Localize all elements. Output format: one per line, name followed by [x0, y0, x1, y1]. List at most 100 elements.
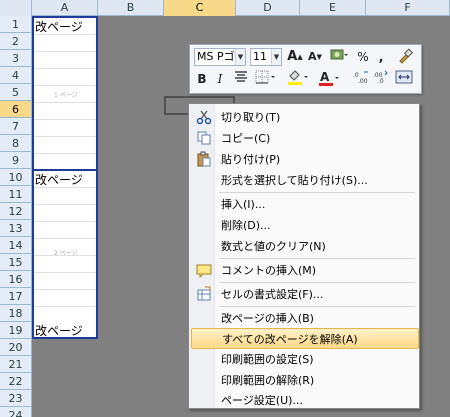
menu-separator	[219, 192, 415, 193]
row-header[interactable]: 7	[0, 118, 32, 135]
gridline	[34, 204, 96, 205]
merge-center-button[interactable]	[394, 70, 414, 88]
menu-item-copy[interactable]: コピー(C)	[191, 128, 419, 149]
row-header[interactable]: 11	[0, 186, 32, 203]
menu-item-label: 形式を選択して貼り付け(S)...	[221, 174, 368, 187]
column-header-a[interactable]: A	[32, 0, 98, 16]
currency-button[interactable]	[328, 48, 350, 66]
context-menu: 切り取り(T) コピー(C) 貼り付け(P) 形式を選択して貼り付け(S)...…	[188, 103, 420, 409]
font-size-combo[interactable]: 11 ▼	[250, 48, 282, 66]
menu-item-clear-contents[interactable]: 数式と値のクリア(N)	[191, 236, 419, 257]
percent-button[interactable]: %	[356, 48, 370, 66]
menu-item-insert[interactable]: 挿入(I)...	[191, 194, 419, 215]
row-header[interactable]: 2	[0, 33, 32, 50]
page-watermark: 1 ページ	[54, 92, 78, 99]
menu-item-paste[interactable]: 貼り付け(P)	[191, 149, 419, 170]
menu-item-insert-comment[interactable]: コメントの挿入(M)	[191, 260, 419, 281]
row-header[interactable]: 4	[0, 67, 32, 84]
menu-item-label: ページ設定(U)...	[221, 394, 303, 407]
decrease-decimal-button[interactable]: .0.00	[352, 70, 370, 88]
menu-item-page-setup[interactable]: ページ設定(U)...	[191, 390, 419, 411]
gridline	[34, 306, 96, 307]
row-header[interactable]: 12	[0, 203, 32, 220]
print-page-area[interactable]: 改ページ 1 ページ 改ページ 2 ページ 改ページ	[32, 16, 98, 339]
paste-icon	[195, 151, 213, 168]
font-color-button[interactable]: A	[318, 70, 344, 88]
mini-toolbar-row-1: MS Pゴ ▼ 11 ▼ A▲ A▼ % ,	[194, 48, 420, 68]
page-watermark: 2 ページ	[54, 250, 78, 257]
row-header[interactable]: 8	[0, 135, 32, 152]
gridline	[34, 153, 96, 154]
row-header[interactable]: 19	[0, 322, 32, 339]
page-break-label: 改ページ	[35, 324, 83, 338]
chevron-down-icon[interactable]: ▼	[235, 49, 245, 65]
menu-separator	[219, 258, 415, 259]
row-header[interactable]: 23	[0, 390, 32, 407]
row-header[interactable]: 5	[0, 84, 32, 101]
row-header[interactable]: 10	[0, 169, 32, 186]
borders-icon	[255, 70, 275, 84]
row-header[interactable]: 16	[0, 271, 32, 288]
gridline	[34, 272, 96, 273]
gridline	[34, 238, 96, 239]
row-header[interactable]: 14	[0, 237, 32, 254]
row-header[interactable]: 17	[0, 288, 32, 305]
bold-button[interactable]: B	[194, 70, 210, 88]
font-color-swatch	[319, 83, 333, 86]
menu-item-clear-print-area[interactable]: 印刷範囲の解除(R)	[191, 370, 419, 391]
menu-item-reset-all-page-breaks[interactable]: すべての改ページを解除(A)	[191, 328, 419, 349]
row-header[interactable]: 21	[0, 356, 32, 373]
column-header-f[interactable]: F	[366, 0, 450, 16]
borders-button[interactable]	[254, 70, 280, 88]
increase-decimal-button[interactable]: .00.0	[372, 70, 390, 88]
menu-item-label: 貼り付け(P)	[221, 153, 281, 166]
gridline	[34, 102, 96, 103]
caret-up-icon: ▲	[297, 53, 303, 61]
column-header-b[interactable]: B	[98, 0, 164, 16]
row-header[interactable]: 18	[0, 305, 32, 322]
row-header[interactable]: 15	[0, 254, 32, 271]
menu-item-label: コメントの挿入(M)	[221, 264, 317, 277]
align-center-icon	[235, 71, 247, 82]
comma-button[interactable]: ,	[374, 48, 388, 66]
menu-item-label: 数式と値のクリア(N)	[221, 240, 326, 253]
font-name-combo[interactable]: MS Pゴ ▼	[194, 48, 246, 66]
menu-item-delete[interactable]: 削除(D)...	[191, 215, 419, 236]
menu-item-label: すべての改ページを解除(A)	[222, 333, 358, 346]
row-header[interactable]: 24	[0, 407, 32, 417]
center-align-button[interactable]	[232, 70, 250, 88]
column-header-e[interactable]: E	[300, 0, 366, 16]
shrink-font-button[interactable]: A▼	[306, 48, 324, 66]
format-painter-button[interactable]	[396, 48, 414, 66]
menu-item-set-print-area[interactable]: 印刷範囲の設定(S)	[191, 349, 419, 370]
fill-bucket-icon	[288, 70, 308, 85]
italic-button[interactable]: I	[212, 70, 228, 88]
menu-separator	[219, 282, 415, 283]
menu-item-format-cells[interactable]: セルの書式設定(F)...	[191, 284, 419, 305]
menu-separator	[219, 306, 415, 307]
row-header[interactable]: 1	[0, 16, 32, 33]
merge-center-icon	[395, 70, 413, 84]
gridline	[34, 289, 96, 290]
menu-item-insert-page-break[interactable]: 改ページの挿入(B)	[191, 308, 419, 329]
grow-font-button[interactable]: A▲	[286, 48, 304, 66]
chevron-down-icon[interactable]: ▼	[271, 49, 281, 65]
menu-item-label: 印刷範囲の解除(R)	[221, 374, 315, 387]
column-header-c[interactable]: C	[164, 0, 236, 16]
row-header[interactable]: 9	[0, 152, 32, 169]
menu-item-paste-special[interactable]: 形式を選択して貼り付け(S)...	[191, 170, 419, 191]
menu-item-label: 切り取り(T)	[221, 111, 281, 124]
row-header[interactable]: 22	[0, 373, 32, 390]
row-header[interactable]: 3	[0, 50, 32, 67]
format-cells-icon	[195, 286, 213, 303]
menu-item-cut[interactable]: 切り取り(T)	[191, 107, 419, 128]
column-header-d[interactable]: D	[236, 0, 300, 16]
row-header[interactable]: 13	[0, 220, 32, 237]
row-header-selected[interactable]: 6	[0, 101, 32, 118]
column-header-bar: A B C D E F	[0, 0, 450, 16]
menu-item-label: コピー(C)	[221, 132, 271, 145]
row-header[interactable]: 20	[0, 339, 32, 356]
page-break-label: 改ページ	[35, 20, 83, 34]
fill-color-button[interactable]	[286, 70, 312, 88]
select-all-corner[interactable]	[0, 0, 32, 16]
